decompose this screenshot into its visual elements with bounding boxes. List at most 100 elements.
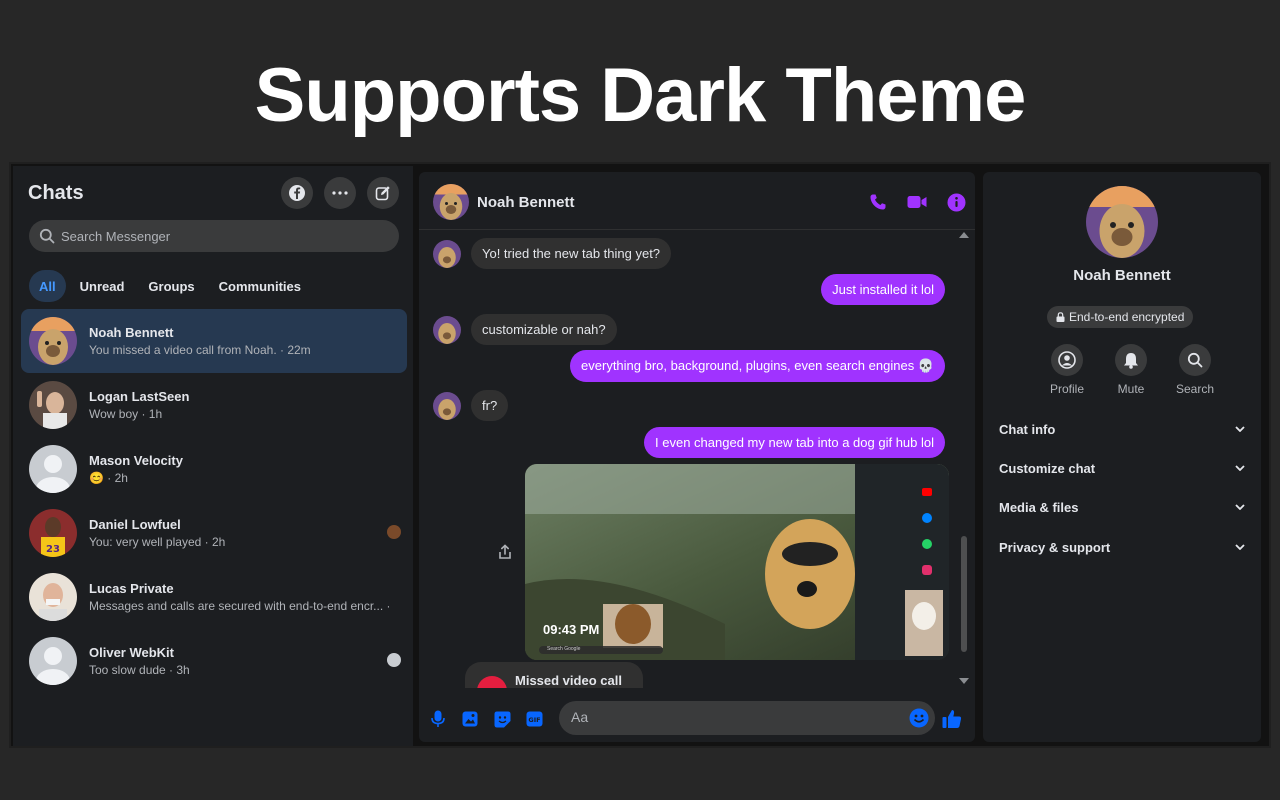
mute-label: Mute xyxy=(1117,382,1145,396)
avatar xyxy=(29,637,77,685)
chat-item-lucas-private[interactable]: Lucas Private Messages and calls are sec… xyxy=(21,565,407,629)
search-bar[interactable] xyxy=(29,220,399,252)
scroll-thumb[interactable] xyxy=(961,536,967,652)
profile-button[interactable] xyxy=(1051,344,1083,376)
chat-preview: You missed a video call from Noah. · 22m xyxy=(89,343,311,357)
sidebar-title: Chats xyxy=(28,182,84,204)
missed-call-card[interactable]: Missed video call xyxy=(465,662,643,688)
conversation-info-button[interactable] xyxy=(945,191,967,213)
chats-sidebar: Chats All Unread Groups Communities xyxy=(13,166,413,746)
phone-icon xyxy=(870,194,886,210)
avatar xyxy=(29,445,77,493)
lock-icon xyxy=(1056,312,1065,322)
audio-call-button[interactable] xyxy=(867,191,889,213)
message-input[interactable] xyxy=(571,709,891,725)
message-bubble[interactable]: Just installed it lol xyxy=(821,274,945,305)
chat-name: Lucas Private xyxy=(89,581,174,596)
chat-preview: Messages and calls are secured with end-… xyxy=(89,599,389,613)
message-input-box[interactable] xyxy=(559,701,935,735)
section-label: Customize chat xyxy=(999,460,1096,476)
scroll-down-arrow-icon[interactable] xyxy=(959,678,969,684)
mute-action[interactable]: Mute xyxy=(1099,344,1163,396)
search-action[interactable]: Search xyxy=(1163,344,1227,396)
profile-avatar[interactable] xyxy=(1086,186,1158,258)
chat-preview: Too slow dude · 3h xyxy=(89,663,190,677)
bell-icon xyxy=(1124,352,1138,369)
facebook-button[interactable] xyxy=(281,177,313,209)
emoji-button[interactable] xyxy=(909,708,929,733)
more-options-button[interactable] xyxy=(324,177,356,209)
message-row-incoming: Yo! tried the new tab thing yet? xyxy=(433,238,672,269)
svg-text:23: 23 xyxy=(46,544,60,555)
shared-media-attachment[interactable]: 09:43 PM Search Google xyxy=(525,464,949,660)
message-row-outgoing: Just installed it lol xyxy=(821,274,945,305)
contact-name[interactable]: Noah Bennett xyxy=(477,194,575,211)
message-row-outgoing: everything bro, background, plugins, eve… xyxy=(570,350,945,382)
chat-name: Noah Bennett xyxy=(89,325,174,340)
chat-item-oliver-webkit[interactable]: Oliver WebKit Too slow dude · 3h xyxy=(21,629,407,693)
encryption-badge[interactable]: End-to-end encrypted xyxy=(1047,306,1194,328)
message-bubble[interactable]: customizable or nah? xyxy=(471,314,617,345)
profile-icon xyxy=(1058,351,1076,369)
default-avatar-icon xyxy=(29,445,77,493)
section-privacy-support[interactable]: Privacy & support xyxy=(991,528,1253,566)
search-icon xyxy=(1187,352,1203,368)
contact-info-panel: Noah Bennett End-to-end encrypted Profil… xyxy=(983,172,1261,742)
gif-icon: GIF xyxy=(526,711,542,727)
chat-item-daniel-lowfuel[interactable]: 23 Daniel Lowfuel You: very well played … xyxy=(21,501,407,565)
new-message-button[interactable] xyxy=(367,177,399,209)
filter-all[interactable]: All xyxy=(29,270,66,302)
sender-avatar xyxy=(433,315,461,344)
section-label: Media & files xyxy=(999,499,1079,515)
share-button[interactable] xyxy=(497,544,513,565)
microphone-icon xyxy=(431,710,445,727)
section-chat-info[interactable]: Chat info xyxy=(991,410,1253,448)
message-composer: GIF xyxy=(419,694,975,742)
gif-button[interactable]: GIF xyxy=(523,708,545,730)
encryption-label: End-to-end encrypted xyxy=(1069,310,1185,324)
section-media-files[interactable]: Media & files xyxy=(991,488,1253,526)
avatar xyxy=(29,381,77,429)
image-icon xyxy=(462,711,478,727)
chat-preview: Wow boy · 1h xyxy=(89,407,163,421)
chat-item-mason-velocity[interactable]: Mason Velocity 😊 · 2h xyxy=(21,437,407,501)
search-input[interactable] xyxy=(61,228,361,244)
search-label: Search xyxy=(1175,382,1215,396)
sticker-button[interactable] xyxy=(491,708,513,730)
chat-name: Oliver WebKit xyxy=(89,645,175,660)
share-icon xyxy=(499,544,511,559)
send-like-button[interactable] xyxy=(941,708,963,730)
avatar xyxy=(29,573,77,621)
message-bubble[interactable]: fr? xyxy=(471,390,509,421)
filter-communities[interactable]: Communities xyxy=(209,270,311,302)
headline: Supports Dark Theme xyxy=(254,53,1027,138)
message-row-incoming: fr? xyxy=(433,390,509,421)
message-scrollbar[interactable] xyxy=(957,232,971,688)
message-bubble[interactable]: everything bro, background, plugins, eve… xyxy=(570,350,945,382)
filter-unread[interactable]: Unread xyxy=(70,270,135,302)
chat-name: Daniel Lowfuel xyxy=(89,517,181,532)
contact-avatar[interactable] xyxy=(433,184,469,220)
chat-item-logan-lastseen[interactable]: Logan LastSeen Wow boy · 1h xyxy=(21,373,407,437)
profile-action[interactable]: Profile xyxy=(1035,344,1099,396)
message-row-outgoing: I even changed my new tab into a dog gif… xyxy=(644,427,945,458)
missed-call-label: Missed video call xyxy=(515,673,622,688)
message-bubble[interactable]: Yo! tried the new tab thing yet? xyxy=(471,238,672,269)
media-clock-time: 09:43 PM xyxy=(543,622,600,637)
facebook-icon xyxy=(289,185,305,201)
chat-item-noah-bennett[interactable]: Noah Bennett You missed a video call fro… xyxy=(21,309,407,373)
message-bubble[interactable]: I even changed my new tab into a dog gif… xyxy=(644,427,945,458)
video-icon xyxy=(907,196,927,208)
attach-image-button[interactable] xyxy=(459,708,481,730)
voice-clip-button[interactable] xyxy=(427,708,449,730)
filter-groups[interactable]: Groups xyxy=(138,270,204,302)
section-customize-chat[interactable]: Customize chat xyxy=(991,449,1253,487)
video-call-button[interactable] xyxy=(906,191,928,213)
scroll-up-arrow-icon[interactable] xyxy=(959,232,969,238)
chat-filters: All Unread Groups Communities xyxy=(29,270,311,302)
thumbs-up-icon xyxy=(942,710,962,728)
mute-button[interactable] xyxy=(1115,344,1147,376)
sender-avatar xyxy=(433,391,461,420)
search-in-chat-button[interactable] xyxy=(1179,344,1211,376)
media-search-hint: Search Google xyxy=(547,646,581,652)
